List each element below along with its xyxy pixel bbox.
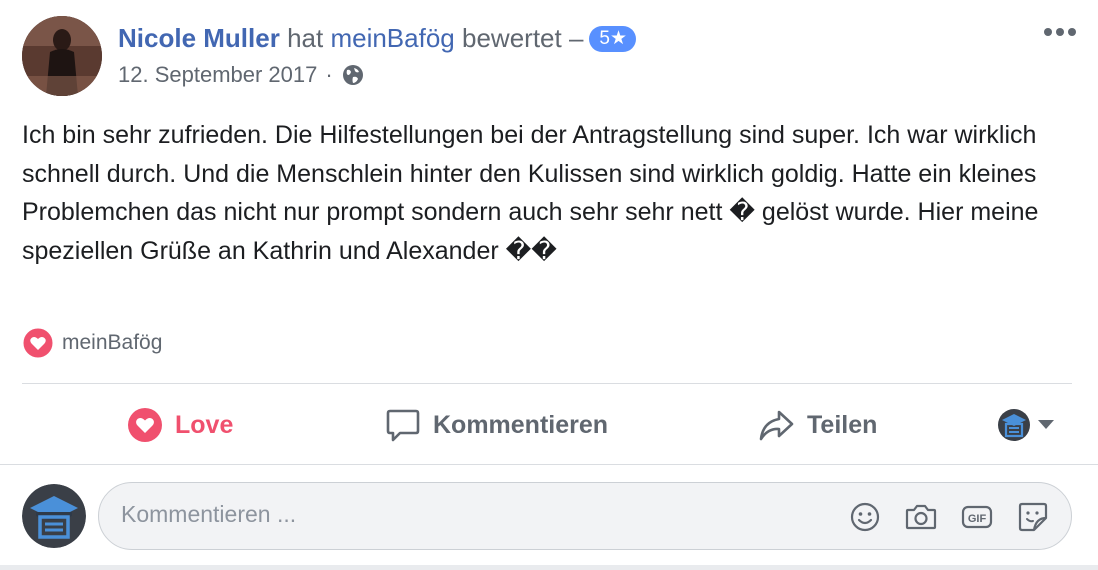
headline-verb: hat [287, 23, 324, 53]
user-avatar[interactable] [22, 484, 86, 548]
review-post: Nicole Muller hat meinBafög bewertet –5★… [0, 0, 1098, 570]
comment-button[interactable]: Kommentieren [385, 400, 608, 450]
headline-action: bewertet – [462, 23, 584, 53]
divider [22, 383, 1072, 384]
share-label: Teilen [807, 410, 878, 439]
comment-icon [386, 409, 420, 442]
love-label: Love [175, 410, 234, 439]
audience-selector[interactable] [996, 400, 1072, 450]
reaction-summary[interactable]: meinBafög [22, 326, 162, 360]
post-meta: 12. September 2017 · [118, 60, 365, 90]
comment-input[interactable] [121, 501, 821, 528]
comment-composer: GIF [98, 482, 1072, 550]
card-bottom-edge [0, 565, 1098, 570]
reaction-name: meinBafög [62, 331, 163, 354]
emoji-icon[interactable] [848, 500, 882, 534]
post-headline: Nicole Muller hat meinBafög bewertet –5★ [118, 22, 637, 54]
svg-text:GIF: GIF [968, 513, 987, 525]
page-link[interactable]: meinBafög [330, 23, 454, 53]
sticker-icon[interactable] [1016, 500, 1050, 534]
gif-icon[interactable]: GIF [960, 500, 994, 534]
love-button[interactable]: Love [127, 400, 233, 450]
meta-separator: · [325, 62, 333, 87]
caret-down-icon [1038, 420, 1054, 429]
camera-icon[interactable] [904, 500, 938, 534]
heart-icon [22, 327, 54, 359]
author-name[interactable]: Nicole Muller [118, 23, 280, 53]
divider [0, 464, 1098, 465]
share-icon [759, 410, 794, 441]
share-button[interactable]: Teilen [757, 400, 877, 450]
rating-badge: 5★ [589, 26, 637, 52]
globe-icon [342, 65, 363, 85]
love-icon [128, 408, 162, 442]
more-options-icon[interactable] [1040, 22, 1080, 42]
author-avatar[interactable] [22, 16, 102, 96]
post-body: Ich bin sehr zufrieden. Die Hilfestellun… [22, 121, 1039, 265]
comment-label: Kommentieren [433, 410, 609, 439]
page-avatar-icon [998, 409, 1054, 441]
post-date[interactable]: 12. September 2017 [118, 60, 317, 90]
